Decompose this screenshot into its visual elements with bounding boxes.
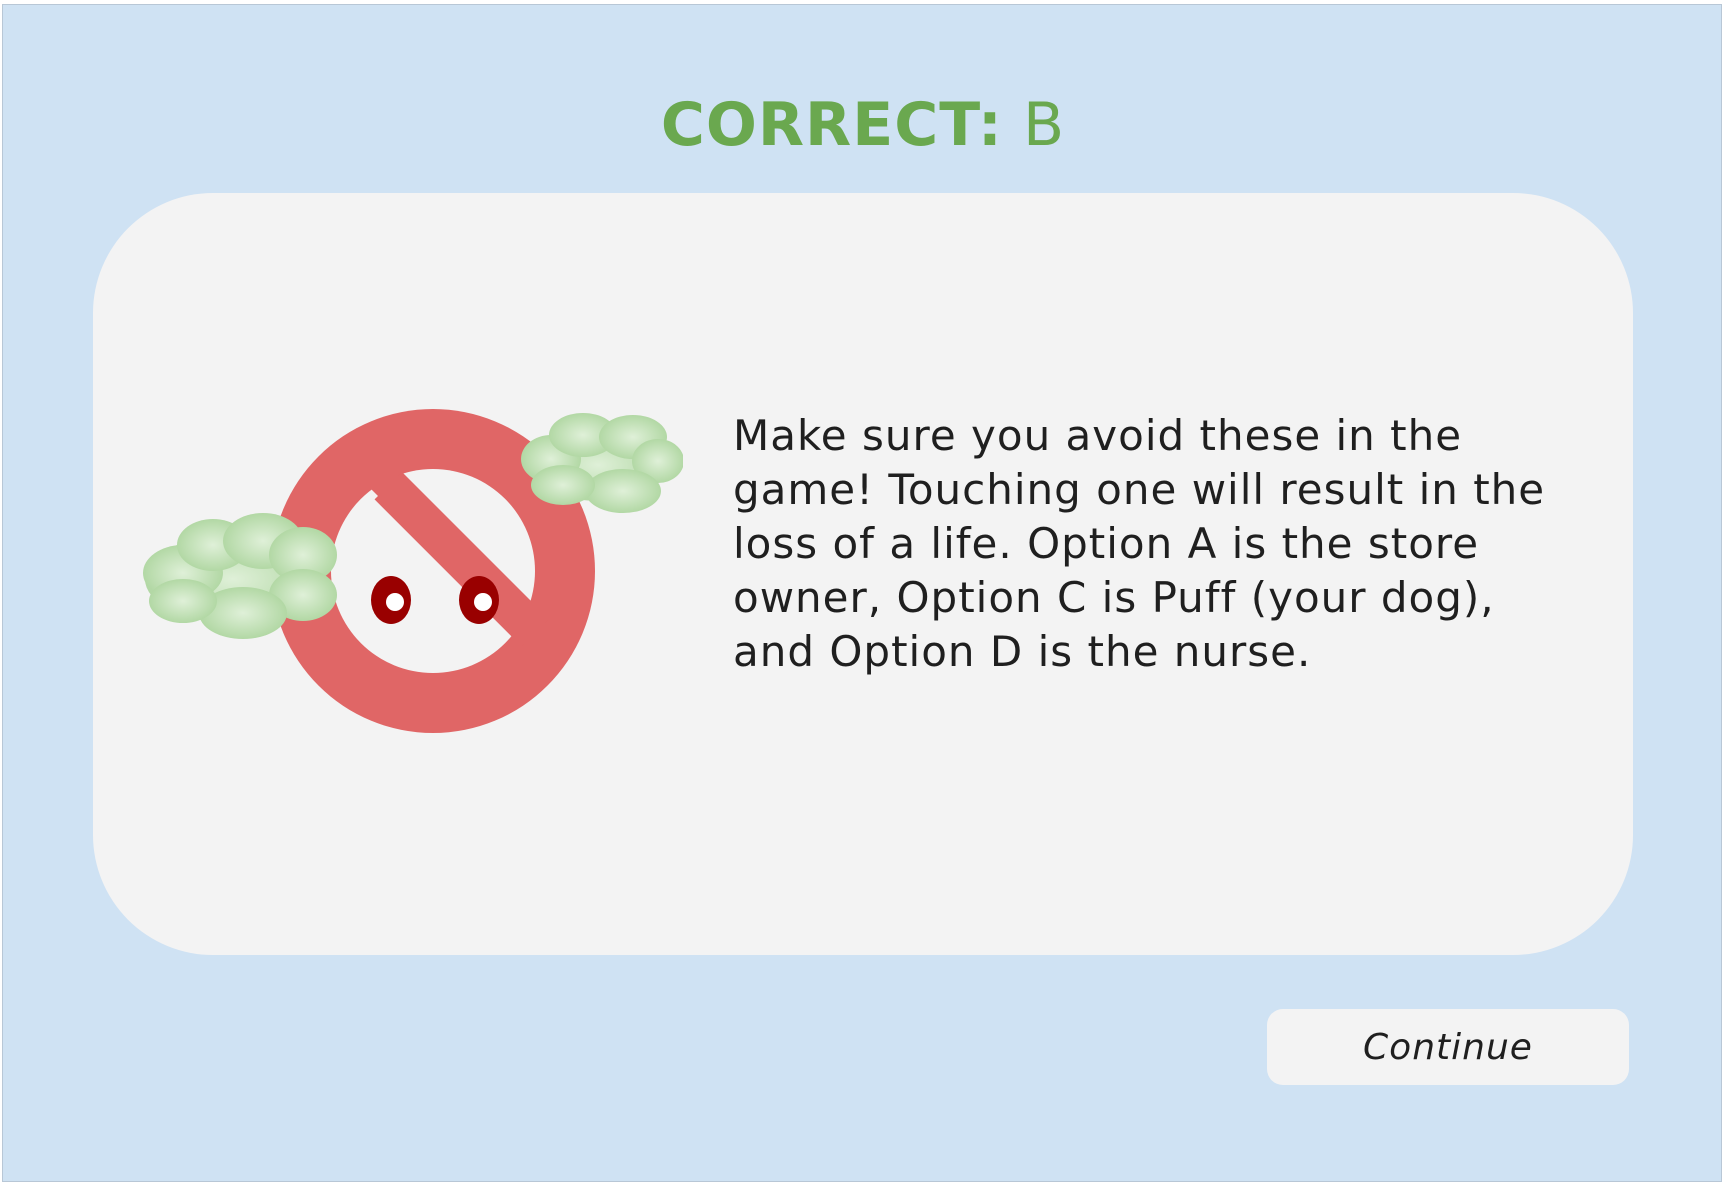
correct-answer: B bbox=[1023, 90, 1066, 160]
result-label: CORRECT: bbox=[660, 90, 1003, 160]
cloud-right bbox=[521, 413, 683, 513]
no-entry-ghost-icon bbox=[143, 409, 683, 733]
cloud-left bbox=[143, 513, 337, 639]
result-screen: CORRECT: B Make sure you avoid these in … bbox=[2, 4, 1722, 1182]
result-title: CORRECT: B bbox=[3, 85, 1723, 165]
explanation-text: Make sure you avoid these in the game! T… bbox=[733, 411, 1546, 676]
continue-button[interactable]: Continue bbox=[1267, 1009, 1629, 1085]
